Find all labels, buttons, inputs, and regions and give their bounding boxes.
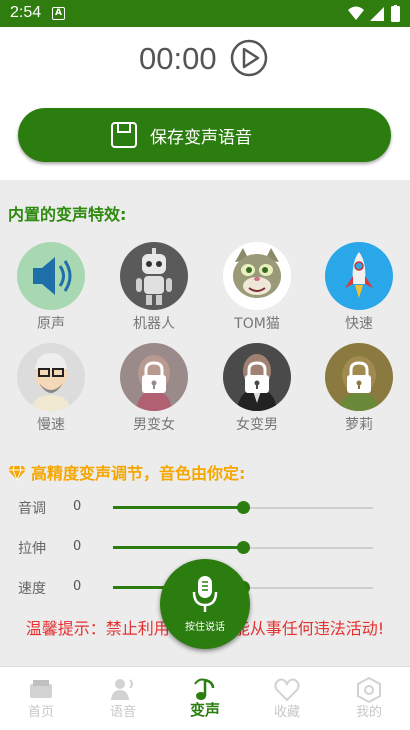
tab-label: 我的 xyxy=(355,705,382,720)
tab-favorites[interactable]: 收藏 xyxy=(246,667,328,730)
tab-label: 收藏 xyxy=(273,705,300,720)
tab-mine[interactable]: 我的 xyxy=(328,667,410,730)
stretch-slider-thumb[interactable] xyxy=(237,541,250,554)
tab-label: 语音 xyxy=(109,705,136,720)
tab-label: 变声 xyxy=(189,701,220,719)
effect-label: 萝莉 xyxy=(345,417,373,433)
voice-icon xyxy=(111,679,133,700)
slider-label: 拉伸 xyxy=(18,541,46,557)
female-to-male-icon xyxy=(223,343,291,411)
playback-timer: 00:00 xyxy=(139,41,217,76)
tab-label: 首页 xyxy=(27,705,54,720)
effect-label: 女变男 xyxy=(236,417,278,433)
slider-fill xyxy=(113,506,243,509)
cat-icon xyxy=(223,242,291,310)
tab-home[interactable]: 首页 xyxy=(0,667,82,730)
girl-icon xyxy=(325,343,393,411)
effect-label: 快速 xyxy=(345,316,373,332)
pitch-slider-thumb[interactable] xyxy=(237,501,250,514)
player-panel: 00:00 保存变声语音 xyxy=(0,27,410,180)
play-circle-icon[interactable] xyxy=(230,39,268,77)
effect-label: TOM猫 xyxy=(234,316,280,332)
status-bar: 2:54 A xyxy=(0,0,410,27)
slider-value: 0 xyxy=(73,579,82,594)
hold-to-talk-button[interactable]: 按住说话 xyxy=(160,559,250,649)
home-icon xyxy=(30,680,52,698)
bottom-tab-bar: 首页 语音 变声 收藏 我的 xyxy=(0,666,410,730)
hold-to-talk-label: 按住说话 xyxy=(185,622,225,633)
microphone-icon xyxy=(192,576,218,612)
lock-icon xyxy=(142,361,166,393)
lock-icon xyxy=(245,361,269,393)
diamond-icon xyxy=(8,465,26,481)
speaker-icon xyxy=(17,242,85,310)
effect-original[interactable]: 原声 xyxy=(16,242,86,333)
save-voice-label: 保存变声语音 xyxy=(150,128,252,148)
hexagon-icon xyxy=(357,676,381,704)
heart-icon xyxy=(274,678,300,702)
tab-voice-change[interactable]: 变声 xyxy=(164,667,246,730)
slider-value: 0 xyxy=(73,539,82,554)
effect-male-to-female[interactable]: 男变女 xyxy=(119,343,189,434)
effect-label: 男变女 xyxy=(133,417,175,433)
effect-label: 慢速 xyxy=(37,417,65,433)
robot-icon xyxy=(120,242,188,310)
effect-robot[interactable]: 机器人 xyxy=(119,242,189,333)
notification-icon: A xyxy=(52,7,65,20)
pitch-slider-row: 音调 0 xyxy=(18,496,378,520)
effect-loli[interactable]: 萝莉 xyxy=(324,343,394,434)
tuning-title-text: 高精度变声调节，音色由你定: xyxy=(31,464,246,483)
slider-fill xyxy=(113,546,243,549)
effects-section-title: 内置的变声特效: xyxy=(8,205,127,224)
effect-label: 机器人 xyxy=(133,316,175,332)
effect-female-to-male[interactable]: 女变男 xyxy=(222,343,292,434)
slider-value: 0 xyxy=(73,499,82,514)
effect-fast[interactable]: 快速 xyxy=(324,242,394,333)
old-man-icon xyxy=(17,343,85,411)
save-icon xyxy=(111,122,137,148)
slider-label: 速度 xyxy=(18,581,46,597)
lock-icon xyxy=(347,361,371,393)
slider-label: 音调 xyxy=(18,501,46,517)
tuning-section-title: 高精度变声调节，音色由你定: xyxy=(8,460,245,484)
effect-slow[interactable]: 慢速 xyxy=(16,343,86,434)
tab-voice[interactable]: 语音 xyxy=(82,667,164,730)
stretch-slider-row: 拉伸 0 xyxy=(18,536,378,560)
system-status-icons xyxy=(348,5,400,22)
effect-tom-cat[interactable]: TOM猫 xyxy=(222,242,292,333)
effect-label: 原声 xyxy=(37,316,65,332)
rocket-icon xyxy=(325,242,393,310)
save-voice-button[interactable]: 保存变声语音 xyxy=(18,108,391,162)
status-time: 2:54 xyxy=(10,4,42,21)
male-to-female-icon xyxy=(120,343,188,411)
